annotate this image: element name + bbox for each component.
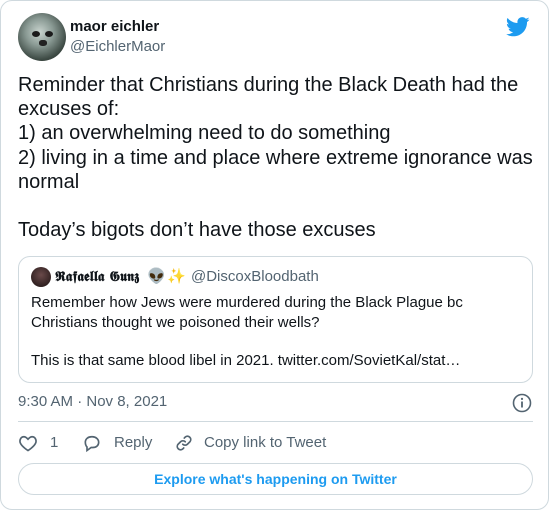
tweet-timestamp[interactable]: 9:30 AM · Nov 8, 2021: [18, 393, 167, 410]
tweet-line: 2) living in a time and place where extr…: [18, 146, 533, 169]
twitter-bird-icon[interactable]: [506, 17, 530, 37]
tweet-text: Reminder that Christians during the Blac…: [18, 73, 538, 242]
sparkles-emoji-icon: ✨: [167, 268, 186, 285]
author-avatar[interactable]: [18, 13, 66, 61]
reply-icon: [84, 435, 100, 453]
quoted-line: This is that same blood libel in 2021. t…: [31, 352, 461, 369]
copy-link-label: Copy link to Tweet: [204, 434, 327, 451]
copy-link-button[interactable]: Copy link to Tweet: [174, 431, 354, 455]
tweet-line: Today’s bigots don’t have those excuses: [18, 219, 376, 242]
quoted-line: Christians thought we poisoned their wel…: [31, 313, 320, 331]
author-handle[interactable]: @EichlerMaor: [70, 38, 165, 55]
tweet-line: 1) an overwhelming need to do something: [18, 122, 391, 145]
quoted-tweet-text: Remember how Jews were murdered during t…: [31, 293, 521, 371]
link-icon: [176, 435, 192, 451]
quoted-line: Remember how Jews were murdered during t…: [31, 294, 463, 311]
reply-button[interactable]: Reply: [82, 431, 172, 455]
explore-twitter-button[interactable]: Explore what's happening on Twitter: [18, 463, 533, 495]
tweet-header: maor eichler @EichlerMaor: [18, 13, 532, 61]
tweet-line: normal: [18, 170, 80, 193]
info-icon[interactable]: [511, 392, 533, 414]
quoted-author-avatar: [31, 267, 51, 287]
quoted-author-name: 𝕽𝖆𝖋𝖆𝖊𝖑𝖑𝖆 𝕲𝖚𝖓𝖟: [55, 269, 140, 285]
quoted-tweet[interactable]: 𝕽𝖆𝖋𝖆𝖊𝖑𝖑𝖆 𝕲𝖚𝖓𝖟 👽 ✨ @DiscoxBloodbath Remem…: [18, 256, 533, 383]
author-name[interactable]: maor eichler: [70, 18, 159, 35]
heart-icon: [19, 435, 37, 452]
like-count: 1: [50, 434, 59, 451]
like-button[interactable]: 1: [18, 431, 63, 455]
divider: [18, 421, 533, 422]
alien-emoji-icon: 👽: [147, 268, 166, 285]
quoted-author-handle: @DiscoxBloodbath: [191, 268, 319, 285]
tweet-line: excuses of:: [18, 98, 120, 121]
tweet-line: Reminder that Christians during the Blac…: [18, 74, 519, 96]
reply-label: Reply: [114, 434, 153, 451]
tweet-card: maor eichler @EichlerMaor Reminder that …: [0, 0, 549, 510]
